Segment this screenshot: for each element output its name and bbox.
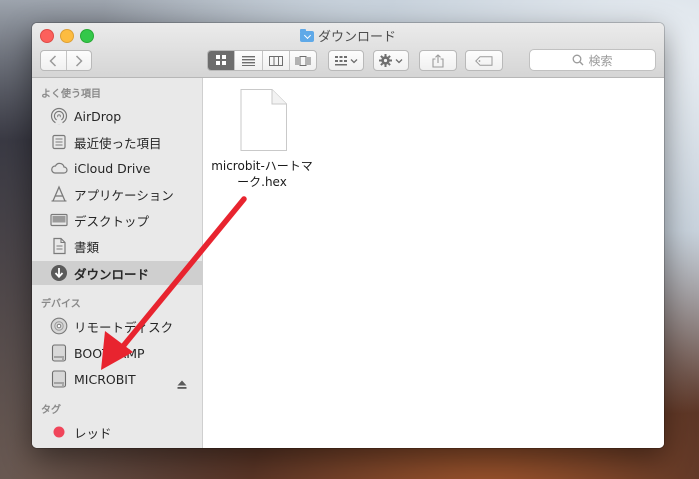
favorites-header: よく使う項目 xyxy=(41,89,101,100)
sidebar-item-label: リモートディスク xyxy=(74,319,174,335)
document-icon xyxy=(240,89,287,151)
chevron-down-icon xyxy=(350,58,357,63)
search-placeholder: 検索 xyxy=(588,53,613,68)
chevron-right-icon xyxy=(75,54,83,67)
devices-header: デバイス xyxy=(41,299,81,310)
forward-button[interactable] xyxy=(65,51,92,70)
sidebar-item-downloads[interactable]: ダウンロード xyxy=(32,261,203,285)
columns-icon xyxy=(268,55,283,66)
tags-header: タグ xyxy=(41,405,61,416)
magnifier-icon xyxy=(573,54,584,66)
share-icon xyxy=(432,53,444,68)
sidebar-item-desktop[interactable]: デスクトップ xyxy=(32,209,203,231)
sidebar-item-label: AirDrop xyxy=(74,108,122,124)
sidebar-item-label: 書類 xyxy=(74,239,100,255)
file-browser-content[interactable]: microbit-ハートマーク.hex xyxy=(203,78,664,448)
view-mode-group xyxy=(207,50,317,71)
red-tag-dot-icon xyxy=(50,423,68,441)
sidebar-item-recents[interactable]: 最近使った項目 xyxy=(32,131,203,153)
desktop-icon xyxy=(50,211,68,229)
gear-icon xyxy=(379,54,392,67)
list-view-button[interactable] xyxy=(234,51,261,70)
share-button[interactable] xyxy=(419,50,457,71)
sidebar-item-microbit[interactable]: MICROBIT xyxy=(32,368,203,390)
window-title: ダウンロード xyxy=(317,30,396,45)
eject-icon[interactable] xyxy=(177,374,187,393)
documents-icon xyxy=(50,237,68,255)
sidebar-item-label: MICROBIT xyxy=(74,371,136,387)
disc-icon xyxy=(50,317,68,335)
search-field[interactable]: 検索 xyxy=(529,49,656,71)
back-button[interactable] xyxy=(41,51,66,70)
sidebar-item-airdrop[interactable]: AirDrop xyxy=(32,105,203,127)
tag-button[interactable] xyxy=(465,50,503,71)
sidebar-item-bootcamp[interactable]: BOOTCAMP xyxy=(32,342,203,364)
chevron-down-icon xyxy=(395,58,403,63)
file-name: microbit-ハートマーク.hex xyxy=(211,159,313,189)
arrange-button[interactable] xyxy=(328,50,364,71)
cover-flow-view-button[interactable] xyxy=(288,51,316,70)
downloads-folder-icon xyxy=(299,29,314,42)
finder-window: ダウンロード 検索 よく使う項目 AirDrop 最近使った項目 iCloud … xyxy=(32,23,664,448)
sidebar-item-label: ダウンロード xyxy=(74,266,150,282)
drive-icon xyxy=(50,370,68,388)
tag-icon xyxy=(475,55,493,66)
sidebar-item-label: アプリケーション xyxy=(74,187,174,203)
arrange-grid-icon xyxy=(334,55,347,65)
column-view-button[interactable] xyxy=(261,51,289,70)
title-bar[interactable]: ダウンロード 検索 xyxy=(32,23,664,78)
sidebar-item-remote-disc[interactable]: リモートディスク xyxy=(32,315,203,337)
sidebar-item-label: レッド xyxy=(74,425,112,441)
cloud-icon xyxy=(50,159,68,177)
cover-flow-icon xyxy=(295,55,311,66)
downloads-icon xyxy=(50,264,68,282)
icon-view-button[interactable] xyxy=(208,51,235,70)
sidebar-item-applications[interactable]: アプリケーション xyxy=(32,183,203,205)
applications-icon xyxy=(50,185,68,203)
back-forward-group xyxy=(40,50,92,71)
action-button[interactable] xyxy=(373,50,409,71)
file-item[interactable]: microbit-ハートマーク.hex xyxy=(207,88,317,190)
icon-grid-icon xyxy=(215,55,226,65)
drive-icon xyxy=(50,344,68,362)
airdrop-icon xyxy=(50,107,68,125)
sidebar-item-label: 最近使った項目 xyxy=(74,135,162,151)
recents-icon xyxy=(50,133,68,151)
sidebar-item-label: BOOTCAMP xyxy=(74,345,145,361)
sidebar: よく使う項目 AirDrop 最近使った項目 iCloud Drive アプリケ… xyxy=(32,78,203,448)
window-title-area: ダウンロード xyxy=(32,26,664,45)
sidebar-item-label: デスクトップ xyxy=(74,213,150,229)
sidebar-item-tag-red[interactable]: レッド xyxy=(32,421,203,443)
list-lines-icon xyxy=(241,55,255,66)
chevron-left-icon xyxy=(49,54,57,67)
sidebar-item-icloud-drive[interactable]: iCloud Drive xyxy=(32,157,203,179)
sidebar-item-label: iCloud Drive xyxy=(74,160,151,176)
sidebar-item-documents[interactable]: 書類 xyxy=(32,235,203,257)
